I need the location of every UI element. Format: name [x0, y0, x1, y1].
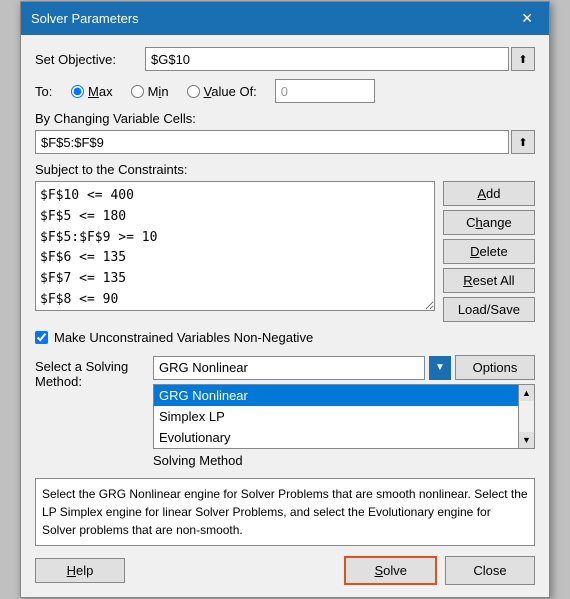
- set-objective-label: Set Objective:: [35, 52, 145, 67]
- dropdown-item-evolutionary[interactable]: Evolutionary: [154, 427, 518, 448]
- select-wrapper: GRG Nonlinear ▼ Options: [153, 355, 535, 380]
- changing-cells-label: By Changing Variable Cells:: [35, 111, 535, 126]
- changing-cells-row: ⬆: [35, 130, 535, 154]
- radio-min[interactable]: Min: [131, 84, 169, 99]
- set-objective-upload-icon[interactable]: ⬆: [511, 47, 535, 71]
- constraints-list[interactable]: $F$10 <= 400 $F$5 <= 180 $F$5:$F$9 >= 10…: [35, 181, 435, 311]
- close-icon[interactable]: ✕: [515, 8, 539, 29]
- dialog-title: Solver Parameters: [31, 11, 139, 26]
- reset-all-button[interactable]: Reset All: [443, 268, 535, 293]
- changing-cells-upload-icon[interactable]: ⬆: [511, 130, 535, 154]
- solving-method-label: Select a SolvingMethod:: [35, 355, 145, 389]
- radio-min-label: Min: [148, 84, 169, 99]
- description-box: Select the GRG Nonlinear engine for Solv…: [35, 478, 535, 546]
- dropdown-open: GRG Nonlinear Simplex LP Evolutionary ▲ …: [153, 384, 535, 449]
- close-button[interactable]: Close: [445, 556, 535, 585]
- set-objective-row: Set Objective: ⬆: [35, 47, 535, 71]
- dropdown-item-grg[interactable]: GRG Nonlinear: [154, 385, 518, 406]
- add-button[interactable]: Add: [443, 181, 535, 206]
- checkbox-row: Make Unconstrained Variables Non-Negativ…: [35, 330, 535, 345]
- changing-cells-input[interactable]: [35, 130, 509, 154]
- delete-button[interactable]: Delete: [443, 239, 535, 264]
- bottom-buttons: Help Solve Close: [35, 556, 535, 587]
- help-button[interactable]: Help: [35, 558, 125, 583]
- dropdown-arrow-icon[interactable]: ▼: [429, 356, 451, 380]
- load-save-button[interactable]: Load/Save: [443, 297, 535, 322]
- description-text: Select the GRG Nonlinear engine for Solv…: [42, 487, 528, 537]
- solving-method-display: GRG Nonlinear: [153, 356, 425, 380]
- to-row: To: Max Min Value Of:: [35, 79, 535, 103]
- constraints-area: $F$10 <= 400 $F$5 <= 180 $F$5:$F$9 >= 10…: [35, 181, 535, 322]
- radio-value-of-label: Value Of:: [204, 84, 257, 99]
- non-negative-label: Make Unconstrained Variables Non-Negativ…: [54, 330, 313, 345]
- radio-max[interactable]: Max: [71, 84, 113, 99]
- non-negative-checkbox[interactable]: [35, 331, 48, 344]
- change-button[interactable]: Change: [443, 210, 535, 235]
- title-bar: Solver Parameters ✕: [21, 2, 549, 35]
- constraints-label: Subject to the Constraints:: [35, 162, 535, 177]
- dropdown-scrollbar: ▲ ▼: [519, 384, 535, 449]
- scroll-up-icon[interactable]: ▲: [519, 385, 534, 401]
- right-buttons: Solve Close: [344, 556, 535, 585]
- solver-dialog: Solver Parameters ✕ Set Objective: ⬆ To:…: [20, 1, 550, 598]
- solve-button[interactable]: Solve: [344, 556, 437, 585]
- options-button[interactable]: Options: [455, 355, 535, 380]
- dropdown-item-simplex[interactable]: Simplex LP: [154, 406, 518, 427]
- to-label: To:: [35, 84, 71, 99]
- scroll-down-icon[interactable]: ▼: [519, 432, 534, 448]
- solving-method-sublabel: Solving Method: [153, 453, 535, 468]
- to-radio-group: Max Min Value Of:: [71, 79, 535, 103]
- value-of-input[interactable]: [275, 79, 375, 103]
- set-objective-input[interactable]: [145, 47, 509, 71]
- constraints-buttons: Add Change Delete Reset All Load/Save: [443, 181, 535, 322]
- dropdown-list: GRG Nonlinear Simplex LP Evolutionary: [153, 384, 519, 449]
- solving-method-value: GRG Nonlinear: [159, 360, 248, 375]
- solving-right: GRG Nonlinear ▼ Options GRG Nonlinear Si…: [153, 355, 535, 472]
- solving-section: Select a SolvingMethod: GRG Nonlinear ▼ …: [35, 355, 535, 472]
- radio-max-label: Max: [88, 84, 113, 99]
- radio-value-of[interactable]: Value Of:: [187, 84, 257, 99]
